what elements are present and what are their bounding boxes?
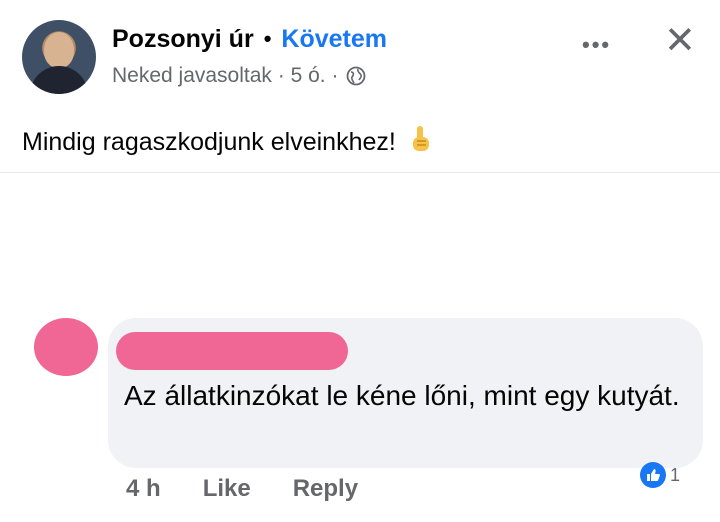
author-name[interactable]: Pozsonyi úr (112, 25, 254, 54)
post-meta-text: Neked javasoltak · 5 ó. · (112, 64, 339, 87)
post-message-text: Mindig ragaszkodjunk elveinkhez! (22, 128, 396, 156)
reply-button[interactable]: Reply (293, 475, 358, 503)
comment-text: Az állatkinzókat le kéne lőni, mint egy … (124, 380, 680, 411)
post-header: Pozsonyi úr • Követem Neked javasoltak ·… (22, 18, 702, 98)
follow-button[interactable]: Követem (281, 25, 387, 54)
commenter-name-redacted (116, 332, 348, 370)
like-button[interactable]: Like (203, 475, 251, 503)
post-message: Mindig ragaszkodjunk elveinkhez! (22, 124, 433, 157)
like-reaction-icon (640, 462, 666, 488)
comment-time: 4 h (126, 475, 161, 502)
author-avatar[interactable] (22, 20, 96, 94)
avatar-face (44, 32, 74, 68)
author-row: Pozsonyi úr • Követem (112, 22, 387, 56)
post-divider (0, 172, 720, 173)
pointing-up-emoji-icon (412, 126, 429, 151)
globe-icon (347, 66, 366, 86)
more-icon[interactable]: ••• (582, 32, 611, 58)
close-icon[interactable]: ✕ (664, 22, 696, 60)
comment-avatar-redacted (34, 318, 98, 376)
name-separator: • (263, 26, 272, 51)
avatar-shirt (30, 66, 88, 94)
reaction-count: 1 (670, 464, 681, 485)
comment-reactions[interactable]: 1 (640, 462, 680, 488)
post-meta: Neked javasoltak · 5 ó. · (112, 64, 366, 88)
comment-actions: 4 h Like Reply (126, 475, 358, 503)
